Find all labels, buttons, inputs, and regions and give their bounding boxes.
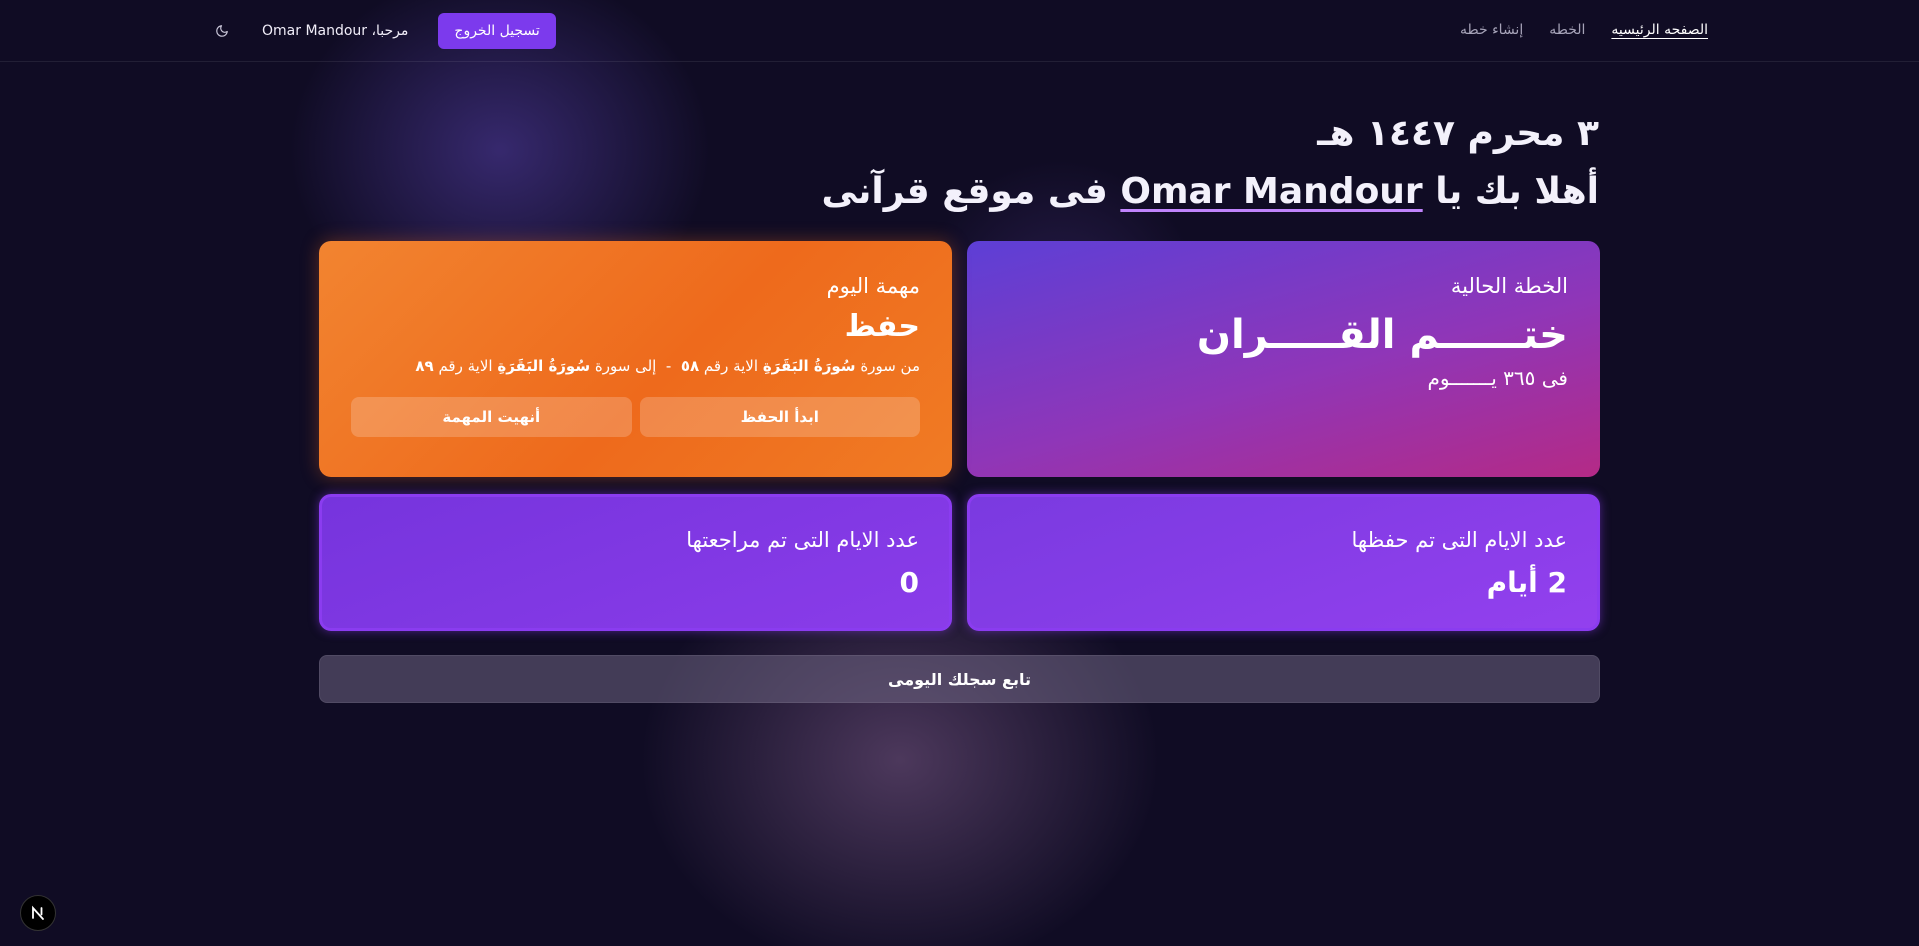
hijri-date: ٣ محرم ١٤٤٧ هـ: [1317, 113, 1599, 154]
task-to-text: إلى سورة: [594, 357, 657, 375]
memorized-days-card: عدد الايام التى تم حفظها 2 أيام: [967, 494, 1600, 631]
nav-home-link[interactable]: الصفحه الرئيسيه: [1611, 20, 1708, 40]
today-task-card: مهمة اليوم حفظ من سورة سُورَةُ البَقَرَة…: [319, 241, 952, 477]
task-from-surah: سُورَةُ البَقَرَةِ: [762, 357, 856, 375]
today-task-label: مهمة اليوم: [826, 274, 920, 298]
moon-icon[interactable]: [212, 21, 232, 41]
plan-name: ختــــــم القـــــران: [1196, 312, 1568, 358]
memorized-days-value: 2 أيام: [1486, 566, 1567, 599]
reviewed-days-value: 0: [899, 566, 919, 599]
nav-create-plan-link[interactable]: إنشاء خطه: [1460, 20, 1523, 40]
task-to-surah: سُورَةُ البَقَرَةِ: [497, 357, 591, 375]
memorized-days-label: عدد الايام التى تم حفظها: [1351, 528, 1567, 552]
nextjs-dev-badge-icon[interactable]: [20, 895, 56, 931]
task-type: حفظ: [844, 309, 920, 344]
task-from-ayah: ٥٨: [680, 357, 700, 375]
task-to-ayah-text: الاية رقم: [438, 357, 493, 375]
logout-button[interactable]: تسجيل الخروج: [438, 13, 556, 49]
welcome-heading: أهلا بك يا Omar Mandour فى موقع قرآنى: [821, 164, 1599, 220]
follow-daily-log-button[interactable]: تابع سجلك اليومى: [319, 655, 1600, 703]
task-from-text: من سورة: [860, 357, 920, 375]
finish-task-button[interactable]: أنهيت المهمة: [351, 397, 632, 437]
task-to-ayah: ٨٩: [415, 357, 434, 375]
reviewed-days-card: عدد الايام التى تم مراجعتها 0: [319, 494, 952, 631]
top-navbar: الصفحه الرئيسيه الخطه إنشاء خطه تسجيل ال…: [0, 0, 1919, 62]
welcome-prefix: أهلا بك يا: [1422, 171, 1599, 212]
reviewed-days-label: عدد الايام التى تم مراجعتها: [686, 528, 919, 552]
welcome-user-name: Omar Mandour: [1120, 171, 1423, 212]
task-actions: ابدأ الحفظ أنهيت المهمة: [351, 397, 920, 437]
main-nav: الصفحه الرئيسيه الخطه إنشاء خطه: [1460, 20, 1708, 40]
welcome-suffix: فى موقع قرآنى: [821, 171, 1121, 212]
task-separator: -: [665, 357, 672, 375]
task-from-ayah-text: الاية رقم: [703, 357, 759, 375]
current-plan-card: الخطة الحالية ختــــــم القـــــران فى ٣…: [967, 241, 1600, 477]
hero-section: ٣ محرم ١٤٤٧ هـ أهلا بك يا Omar Mandour ف…: [821, 108, 1599, 220]
plan-duration: فى ٣٦٥ يـــــــوم: [1427, 366, 1568, 390]
current-plan-label: الخطة الحالية: [1450, 274, 1568, 298]
task-range: من سورة سُورَةُ البَقَرَةِ الاية رقم ٥٨ …: [351, 353, 920, 379]
nav-plan-link[interactable]: الخطه: [1549, 20, 1585, 40]
user-greeting: مرحبا، Omar Mandour: [262, 23, 409, 39]
user-box: تسجيل الخروج مرحبا، Omar Mandour: [212, 13, 556, 49]
start-memorizing-button[interactable]: ابدأ الحفظ: [639, 397, 920, 437]
